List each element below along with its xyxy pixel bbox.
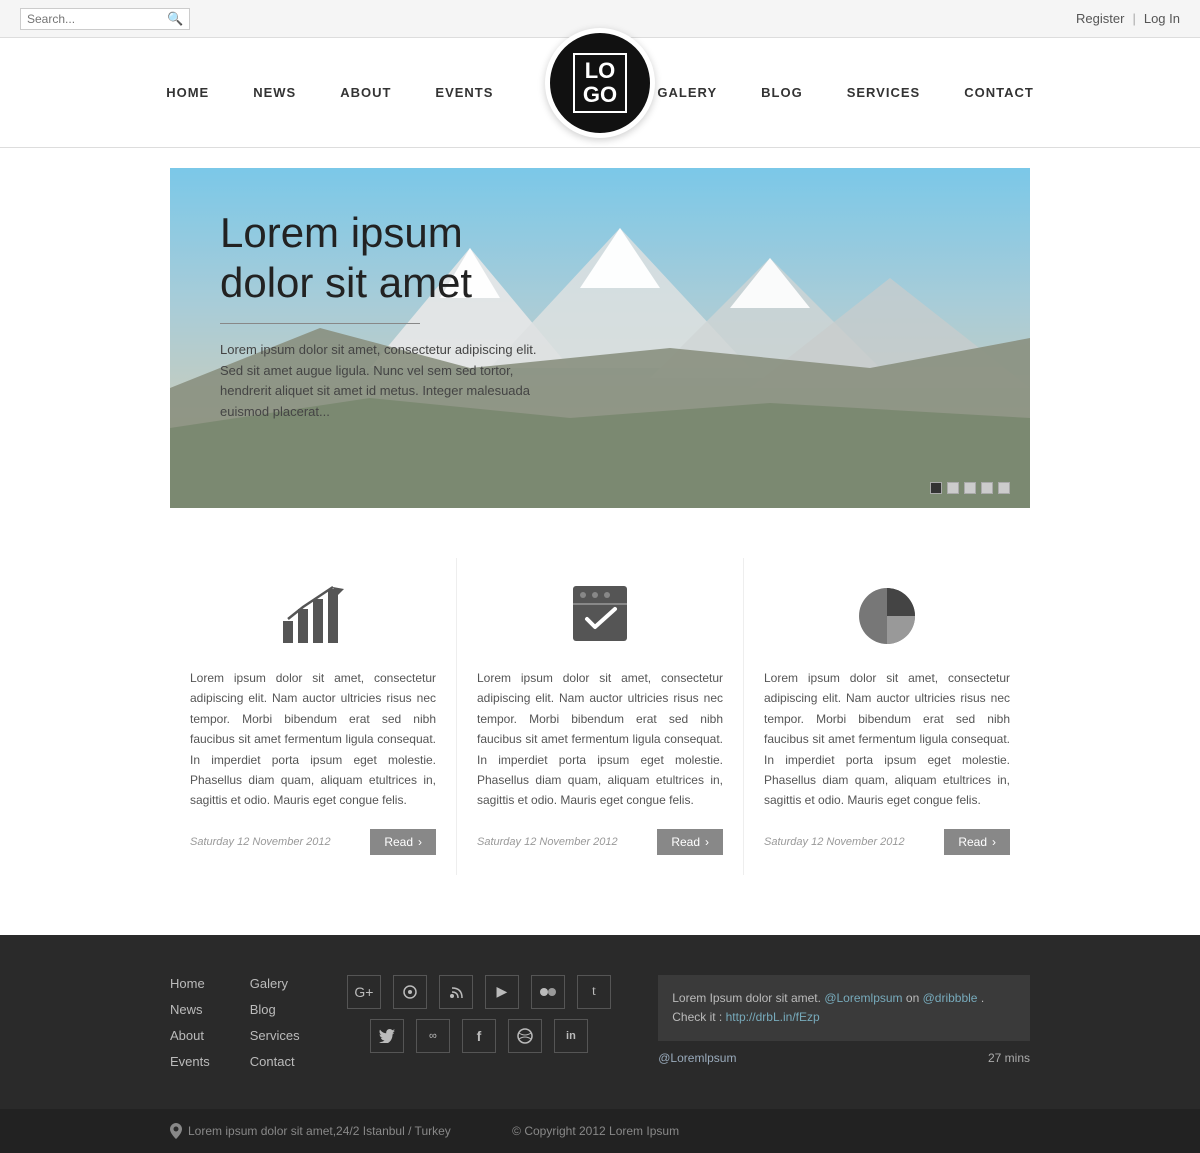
task-icon	[560, 578, 640, 648]
nav-item-services[interactable]: SERVICES	[825, 85, 943, 100]
social-linkedin-icon[interactable]: in	[554, 1019, 588, 1053]
tweet-preposition: on	[906, 991, 919, 1005]
address-text: Lorem ipsum dolor sit amet,24/2 Istanbul…	[188, 1124, 451, 1138]
pie-icon	[847, 578, 927, 648]
chart-icon	[273, 578, 353, 648]
auth-separator: |	[1132, 11, 1135, 26]
social-lastfm-icon[interactable]: ∞	[416, 1019, 450, 1053]
location-icon	[170, 1123, 182, 1139]
register-link[interactable]: Register	[1076, 11, 1124, 26]
search-box[interactable]: 🔍	[20, 8, 190, 30]
dot-4[interactable]	[981, 482, 993, 494]
nav-item-blog[interactable]: BLOG	[739, 85, 825, 100]
nav-item-about[interactable]: ABOUT	[318, 85, 413, 100]
footer-link-events[interactable]: Events	[170, 1053, 210, 1071]
main-nav: HOME NEWS ABOUT EVENTS GALERY BLOG SERVI…	[0, 38, 1200, 147]
feature-date-1: Saturday 12 November 2012	[190, 836, 331, 848]
feature-date-2: Saturday 12 November 2012	[477, 836, 618, 848]
footer-bottom-inner: Lorem ipsum dolor sit amet,24/2 Istanbul…	[170, 1123, 1030, 1139]
read-button-2[interactable]: Read ›	[657, 829, 723, 855]
features-section: Lorem ipsum dolor sit amet, consectetur …	[170, 558, 1030, 875]
social-row-1: G+ ▶ t	[347, 975, 611, 1009]
footer-address: Lorem ipsum dolor sit amet,24/2 Istanbul…	[170, 1123, 451, 1139]
logo[interactable]: LOGO	[545, 28, 655, 138]
dot-3[interactable]	[964, 482, 976, 494]
footer-link-news[interactable]: News	[170, 1001, 210, 1019]
footer-link-home[interactable]: Home	[170, 975, 210, 993]
search-input[interactable]	[27, 12, 167, 26]
hero-title: Lorem ipsum dolor sit amet	[220, 208, 540, 309]
auth-links: Register | Log In	[1076, 11, 1180, 26]
read-button-1[interactable]: Read ›	[370, 829, 436, 855]
footer-link-contact[interactable]: Contact	[250, 1053, 300, 1071]
feature-text-2: Lorem ipsum dolor sit amet, consectetur …	[477, 668, 723, 811]
nav-item-events[interactable]: EVENTS	[413, 85, 515, 100]
feature-footer-2: Saturday 12 November 2012 Read ›	[477, 829, 723, 855]
footer-link-about[interactable]: About	[170, 1027, 210, 1045]
feature-card-2: Lorem ipsum dolor sit amet, consectetur …	[457, 558, 744, 875]
social-flickr-icon[interactable]	[531, 975, 565, 1009]
nav-item-contact[interactable]: CONTACT	[942, 85, 1056, 100]
feature-date-3: Saturday 12 November 2012	[764, 836, 905, 848]
footer-nav: Home News About Events Galery Blog Servi…	[170, 975, 300, 1079]
hero-divider	[220, 323, 420, 324]
social-row-2: ∞ f in	[370, 1019, 588, 1053]
tweet-handle1[interactable]: @Loremlpsum	[824, 991, 902, 1005]
social-google-icon[interactable]: G+	[347, 975, 381, 1009]
dot-2[interactable]	[947, 482, 959, 494]
tweet-text: Lorem Ipsum dolor sit amet.	[672, 991, 821, 1005]
feature-text-1: Lorem ipsum dolor sit amet, consectetur …	[190, 668, 436, 811]
read-button-3[interactable]: Read ›	[944, 829, 1010, 855]
footer-nav-col1: Home News About Events	[170, 975, 210, 1079]
feature-footer-3: Saturday 12 November 2012 Read ›	[764, 829, 1010, 855]
social-rss-icon[interactable]	[439, 975, 473, 1009]
social-dribbble-icon[interactable]	[508, 1019, 542, 1053]
slider-dots[interactable]	[930, 482, 1010, 494]
feature-card-3: Lorem ipsum dolor sit amet, consectetur …	[744, 558, 1030, 875]
hero-content: Lorem ipsum dolor sit amet Lorem ipsum d…	[220, 208, 540, 423]
feature-text-3: Lorem ipsum dolor sit amet, consectetur …	[764, 668, 1010, 811]
footer-tweet: Lorem Ipsum dolor sit amet. @Loremlpsum …	[658, 975, 1030, 1079]
footer-social: G+ ▶ t ∞ f	[320, 975, 639, 1079]
tweet-handle2[interactable]: @dribbble	[923, 991, 978, 1005]
nav-item-news[interactable]: NEWS	[231, 85, 318, 100]
feature-card-1: Lorem ipsum dolor sit amet, consectetur …	[170, 558, 457, 875]
hero-body: Lorem ipsum dolor sit amet, consectetur …	[220, 340, 540, 423]
logo-text: LOGO	[573, 53, 627, 113]
footer: Home News About Events Galery Blog Servi…	[0, 935, 1200, 1153]
footer-nav-col2: Galery Blog Services Contact	[250, 975, 300, 1079]
footer-link-galery[interactable]: Galery	[250, 975, 300, 993]
tweet-username: @Loremlpsum	[658, 1051, 736, 1065]
dot-5[interactable]	[998, 482, 1010, 494]
social-twitter-icon[interactable]	[370, 1019, 404, 1053]
footer-inner: Home News About Events Galery Blog Servi…	[170, 975, 1030, 1079]
tweet-time: 27 mins	[988, 1051, 1030, 1065]
footer-bottom: Lorem ipsum dolor sit amet,24/2 Istanbul…	[0, 1109, 1200, 1153]
social-facebook-icon[interactable]: f	[462, 1019, 496, 1053]
hero-slider: Lorem ipsum dolor sit amet Lorem ipsum d…	[170, 168, 1030, 508]
feature-footer-1: Saturday 12 November 2012 Read ›	[190, 829, 436, 855]
footer-copyright: © Copyright 2012 Lorem Ipsum	[451, 1124, 741, 1138]
search-button[interactable]: 🔍	[167, 11, 183, 27]
social-youtube-icon[interactable]: ▶	[485, 975, 519, 1009]
tweet-user: @Loremlpsum 27 mins	[658, 1051, 1030, 1065]
tweet-link[interactable]: http://drbL.in/fEzp	[726, 1010, 820, 1024]
nav-item-home[interactable]: HOME	[144, 85, 231, 100]
footer-link-blog[interactable]: Blog	[250, 1001, 300, 1019]
social-tumblr-icon[interactable]: t	[577, 975, 611, 1009]
nav-wrapper: HOME NEWS ABOUT EVENTS GALERY BLOG SERVI…	[0, 38, 1200, 148]
social-pinterest-icon[interactable]	[393, 975, 427, 1009]
login-link[interactable]: Log In	[1144, 11, 1180, 26]
dot-1[interactable]	[930, 482, 942, 494]
tweet-box: Lorem Ipsum dolor sit amet. @Loremlpsum …	[658, 975, 1030, 1041]
footer-link-services[interactable]: Services	[250, 1027, 300, 1045]
